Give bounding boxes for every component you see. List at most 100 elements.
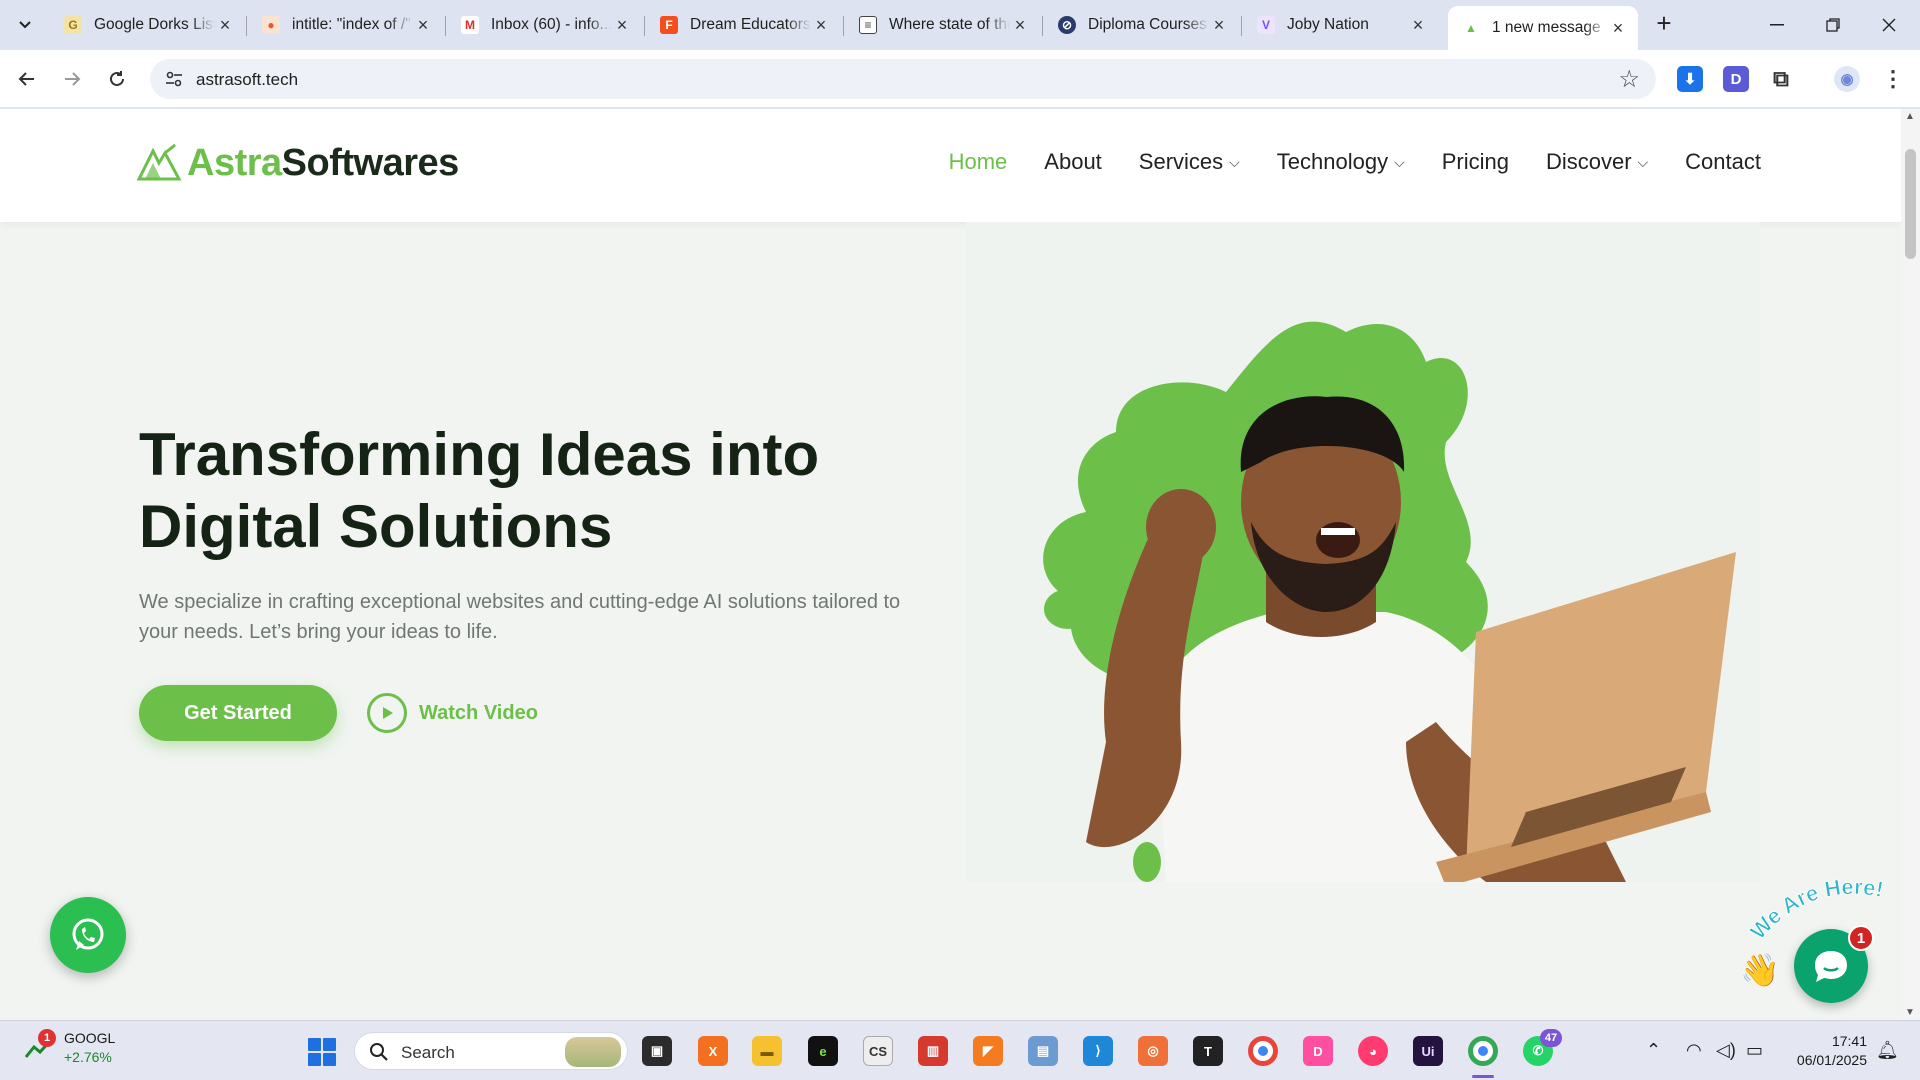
windows-logo-tile: [323, 1038, 336, 1051]
address-bar[interactable]: astrasoft.tech ☆: [150, 59, 1656, 99]
notification-bell-icon[interactable]: 🔔︎: [1876, 1040, 1899, 1061]
browser-toolbar: astrasoft.tech ☆ ⬇ D ⧉ ◉ ⋮: [0, 50, 1920, 108]
tab-divider: [843, 16, 844, 36]
watch-video-button[interactable]: Watch Video: [367, 693, 538, 733]
xampp-icon[interactable]: X: [698, 1036, 728, 1066]
nav-label: Services: [1138, 149, 1224, 174]
close-tab-icon[interactable]: ×: [215, 15, 235, 35]
nav-item-technology[interactable]: Technology ⌵: [1277, 149, 1405, 175]
vscode-icon[interactable]: ⟩: [1083, 1036, 1113, 1066]
close-tab-icon[interactable]: ×: [1608, 18, 1628, 38]
taskbar-search-box[interactable]: Search: [354, 1032, 628, 1070]
live-chat-widget[interactable]: We Are Here! 👋 1: [1740, 879, 1900, 1019]
css-app-icon[interactable]: CS: [863, 1036, 893, 1066]
whatsapp-float-button[interactable]: [50, 897, 126, 973]
scroll-up-icon[interactable]: ▲: [1905, 111, 1915, 122]
browser-tab[interactable]: G Google Dorks List ×: [50, 6, 245, 44]
system-clock[interactable]: 17:41 06/01/2025: [1785, 1032, 1867, 1070]
browser-menu-icon[interactable]: ⋮: [1880, 66, 1906, 92]
scroll-down-icon[interactable]: ▼: [1905, 1007, 1915, 1018]
tab-divider: [644, 16, 645, 36]
volume-icon[interactable]: ◁): [1716, 1040, 1736, 1061]
document-icon: ≡: [859, 16, 877, 34]
back-button[interactable]: [12, 64, 42, 94]
orange-app-icon[interactable]: ◤: [973, 1036, 1003, 1066]
browser-tab[interactable]: F Dream Educators ×: [646, 6, 841, 44]
new-tab-button[interactable]: +: [1650, 10, 1678, 38]
page-viewport: AstraSoftwares Home About Services ⌵ Tech…: [0, 109, 1901, 1020]
nav-item-home[interactable]: Home: [949, 149, 1008, 175]
nav-item-services[interactable]: Services ⌵: [1139, 149, 1240, 175]
d-extension-icon[interactable]: D: [1723, 66, 1749, 92]
tab-favicon-icon: V: [1257, 16, 1275, 34]
nav-label: Contact: [1685, 149, 1761, 174]
tab-title: Dream Educators: [690, 16, 811, 33]
design-app-icon[interactable]: D: [1303, 1036, 1333, 1066]
extensions-puzzle-icon[interactable]: ⧉: [1768, 66, 1794, 92]
close-tab-icon[interactable]: ×: [413, 15, 433, 35]
tab-title: Google Dorks List: [94, 16, 215, 33]
typora-icon[interactable]: T: [1193, 1036, 1223, 1066]
tab-divider: [1042, 16, 1043, 36]
forward-button[interactable]: [57, 64, 87, 94]
restore-window-button[interactable]: [1810, 10, 1856, 40]
close-icon: [1882, 18, 1896, 32]
gmail-icon: M: [461, 16, 479, 34]
site-info-icon[interactable]: [164, 69, 184, 89]
windows-logo-tile: [308, 1038, 321, 1051]
get-started-button[interactable]: Get Started: [139, 685, 337, 741]
nav-item-about[interactable]: About: [1044, 149, 1102, 175]
gallery-app-icon[interactable]: ▤: [1028, 1036, 1058, 1066]
tab-search-button[interactable]: [10, 11, 40, 39]
browser-tab[interactable]: ≡ Where state of the ×: [845, 6, 1040, 44]
chrome-icon[interactable]: [1248, 1036, 1278, 1066]
browser-tab-active[interactable]: ▲ 1 new message ×: [1448, 6, 1638, 50]
editor-app-icon[interactable]: e: [808, 1036, 838, 1066]
instagram-app-icon[interactable]: ◎: [1138, 1036, 1168, 1066]
start-button[interactable]: [308, 1038, 336, 1066]
close-window-button[interactable]: [1866, 10, 1912, 40]
hero-illustration: [966, 222, 1760, 887]
wifi-icon[interactable]: ◠: [1686, 1040, 1702, 1061]
windows-logo-tile: [323, 1053, 336, 1066]
browser-tab[interactable]: V Joby Nation ×: [1243, 6, 1438, 44]
task-view-icon[interactable]: ▣: [642, 1036, 672, 1066]
profile-avatar-icon[interactable]: ◉: [1834, 66, 1860, 92]
url-text[interactable]: astrasoft.tech: [196, 70, 298, 90]
stock-widget[interactable]: 1 GOOGL +2.76%: [24, 1029, 115, 1067]
close-tab-icon[interactable]: ×: [1408, 15, 1428, 35]
hero-subtitle: We specialize in crafting exceptional we…: [139, 591, 901, 643]
arrow-right-icon: [65, 72, 81, 86]
stock-symbol: GOOGL: [64, 1030, 116, 1046]
tab-favicon-icon: ●: [262, 16, 280, 34]
nav-item-pricing[interactable]: Pricing: [1442, 149, 1509, 175]
browser-tab[interactable]: M Inbox (60) - info... ×: [447, 6, 642, 44]
ui-app-icon[interactable]: Ui: [1413, 1036, 1443, 1066]
close-tab-icon[interactable]: ×: [1010, 15, 1030, 35]
tab-title: Where state of the: [889, 16, 1010, 33]
file-explorer-icon[interactable]: ▬: [752, 1036, 782, 1066]
browser-tab[interactable]: ⊘ Diploma Courses ×: [1044, 6, 1239, 44]
bookmark-star-icon[interactable]: ☆: [1618, 65, 1640, 94]
reload-button[interactable]: [102, 64, 132, 94]
nav-item-contact[interactable]: Contact: [1685, 149, 1761, 175]
download-extension-icon[interactable]: ⬇: [1677, 66, 1703, 92]
scrollbar-thumb[interactable]: [1905, 149, 1916, 259]
nav-label: About: [1044, 149, 1102, 174]
chrome-profile-icon[interactable]: [1468, 1036, 1498, 1066]
browser-tab[interactable]: ● intitle: "index of /" ×: [248, 6, 443, 44]
close-tab-icon[interactable]: ×: [1209, 15, 1229, 35]
close-tab-icon[interactable]: ×: [811, 15, 831, 35]
logo-part-astra: Astra: [187, 141, 282, 184]
page-scrollbar[interactable]: ▲ ▼: [1901, 109, 1920, 1020]
pink-app-icon[interactable]: ◕: [1358, 1036, 1388, 1066]
minimize-window-button[interactable]: [1754, 10, 1800, 40]
battery-icon[interactable]: ▭: [1746, 1040, 1763, 1061]
close-tab-icon[interactable]: ×: [612, 15, 632, 35]
site-logo[interactable]: AstraSoftwares: [135, 139, 459, 187]
widget-badge: 1: [38, 1029, 56, 1047]
show-hidden-icons-chevron[interactable]: ⌃: [1646, 1040, 1661, 1061]
nav-item-discover[interactable]: Discover ⌵: [1546, 149, 1648, 175]
nav-label: Home: [948, 149, 1008, 174]
red-app-icon[interactable]: ▥: [918, 1036, 948, 1066]
